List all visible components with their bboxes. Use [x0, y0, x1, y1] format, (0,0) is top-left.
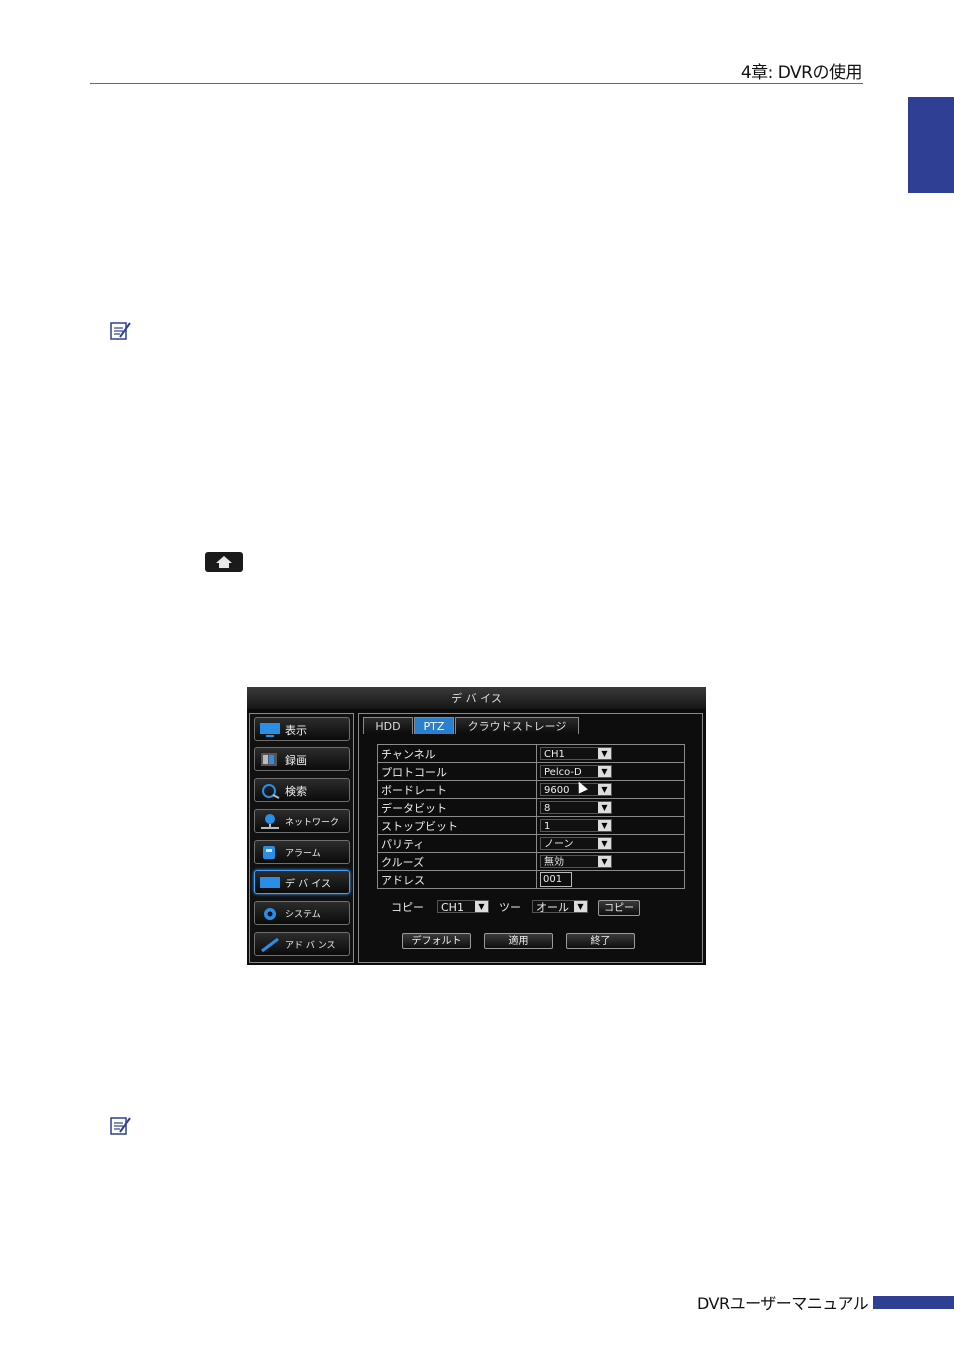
chevron-down-icon: ▼: [598, 784, 611, 796]
apply-button[interactable]: 適用: [484, 933, 553, 949]
home-button-icon: [205, 552, 243, 572]
protocol-select[interactable]: Pelco-D ▼: [540, 765, 612, 779]
copy-button[interactable]: コピー: [598, 900, 640, 916]
gear-icon: [264, 908, 276, 920]
note-icon: [110, 1117, 131, 1135]
sidebar-item-label: アラーム: [285, 849, 321, 859]
databit-select[interactable]: 8 ▼: [540, 801, 612, 815]
select-value: Pelco-D: [544, 767, 582, 779]
chevron-down-icon: ▼: [598, 820, 611, 832]
ptz-settings-panel: HDD PTZ クラウドストレージ チャンネル CH1 ▼ プロトコール Pelc…: [358, 713, 703, 963]
chevron-down-icon: ▼: [475, 901, 488, 912]
copy-label: コピー: [391, 901, 424, 914]
dvr-device-menu-screenshot: デ バ イス 表示 録画 検索 ネットワーク アラーム デ バ イス システム: [247, 687, 706, 965]
copy-to-label: ツー: [499, 901, 521, 914]
sidebar-item-label: システム: [285, 910, 321, 920]
chevron-down-icon: ▼: [598, 766, 611, 778]
table-row: クルーズ 無効 ▼: [377, 852, 685, 871]
chevron-down-icon: ▼: [598, 748, 611, 760]
tab-cloud-storage[interactable]: クラウドストレージ: [455, 717, 579, 734]
sidebar-item-label: アド バ ンス: [285, 941, 336, 951]
chevron-down-icon: ▼: [598, 838, 611, 850]
ptz-settings-table: チャンネル CH1 ▼ プロトコール Pelco-D ▼ ボードレート 9600 ▼ …: [377, 744, 685, 889]
sidebar-item-label: デ バ イス: [285, 879, 332, 890]
network-icon: [261, 814, 279, 829]
sidebar-item-advanced[interactable]: アド バ ンス: [254, 932, 350, 956]
chapter-header-title: 4章: DVRの使用: [740, 63, 863, 83]
tab-hdd[interactable]: HDD: [363, 717, 413, 734]
select-value: 1: [544, 821, 551, 833]
address-input[interactable]: 001: [540, 872, 572, 887]
device-icon: [260, 877, 280, 888]
home-icon: [216, 556, 232, 568]
chapter-tab-marker: [908, 97, 954, 193]
sidebar-item-label: 表示: [285, 724, 307, 737]
row-label: データビット: [377, 798, 537, 817]
row-label: クルーズ: [377, 852, 537, 871]
row-label: ストップビット: [377, 816, 537, 835]
row-label: プロトコール: [377, 762, 537, 781]
footer-bar: [873, 1296, 954, 1309]
stopbit-select[interactable]: 1 ▼: [540, 819, 612, 833]
exit-button[interactable]: 終了: [566, 933, 635, 949]
sidebar-item-device[interactable]: デ バ イス: [254, 870, 350, 894]
sidebar-item-search[interactable]: 検索: [254, 778, 350, 802]
monitor-icon: [260, 723, 280, 737]
chevron-down-icon: ▼: [574, 901, 587, 912]
table-row: ストップビット 1 ▼: [377, 816, 685, 835]
tab-ptz[interactable]: PTZ: [414, 717, 454, 734]
dvr-window-title: デ バ イス: [247, 687, 706, 709]
row-label: ボードレート: [377, 780, 537, 799]
table-row: ボードレート 9600 ▼: [377, 780, 685, 799]
select-value: CH1: [441, 901, 464, 914]
table-row: プロトコール Pelco-D ▼: [377, 762, 685, 781]
parity-select[interactable]: ノーン ▼: [540, 837, 612, 851]
sidebar-item-alarm[interactable]: アラーム: [254, 840, 350, 864]
table-row: アドレス 001: [377, 870, 685, 889]
copy-to-select[interactable]: オール ▼: [532, 900, 588, 914]
chevron-down-icon: ▼: [598, 802, 611, 814]
row-label: パリティ: [377, 834, 537, 853]
table-row: チャンネル CH1 ▼: [377, 744, 685, 763]
header-divider: [90, 83, 863, 84]
row-label: アドレス: [377, 870, 537, 889]
select-value: ノーン: [544, 839, 574, 851]
sidebar-item-network[interactable]: ネットワーク: [254, 809, 350, 833]
alarm-icon: [263, 846, 275, 859]
footer-manual-title: DVRユーザーマニュアル: [697, 1294, 869, 1313]
default-button[interactable]: デフォルト: [402, 933, 471, 949]
select-value: 8: [544, 803, 551, 815]
select-value: オール: [536, 901, 569, 914]
dvr-sidebar: 表示 録画 検索 ネットワーク アラーム デ バ イス システム アド バ ンス: [249, 713, 354, 963]
sidebar-item-label: 録画: [285, 754, 307, 767]
wrench-icon: [261, 937, 279, 953]
sidebar-item-label: ネットワーク: [285, 818, 340, 828]
sidebar-item-display[interactable]: 表示: [254, 717, 350, 741]
select-value: 無効: [544, 857, 564, 869]
select-value: 9600: [544, 785, 570, 797]
magnifier-icon: [262, 784, 280, 799]
film-icon: [261, 753, 277, 766]
sidebar-item-system[interactable]: システム: [254, 901, 350, 925]
sidebar-item-record[interactable]: 録画: [254, 747, 350, 771]
select-value: CH1: [544, 749, 565, 761]
note-icon: [110, 322, 131, 340]
row-label: チャンネル: [377, 744, 537, 763]
channel-select[interactable]: CH1 ▼: [540, 747, 612, 761]
chevron-down-icon: ▼: [598, 856, 611, 868]
table-row: データビット 8 ▼: [377, 798, 685, 817]
sidebar-item-label: 検索: [285, 785, 307, 798]
cruise-select[interactable]: 無効 ▼: [540, 855, 612, 869]
copy-from-select[interactable]: CH1 ▼: [437, 900, 489, 914]
table-row: パリティ ノーン ▼: [377, 834, 685, 853]
